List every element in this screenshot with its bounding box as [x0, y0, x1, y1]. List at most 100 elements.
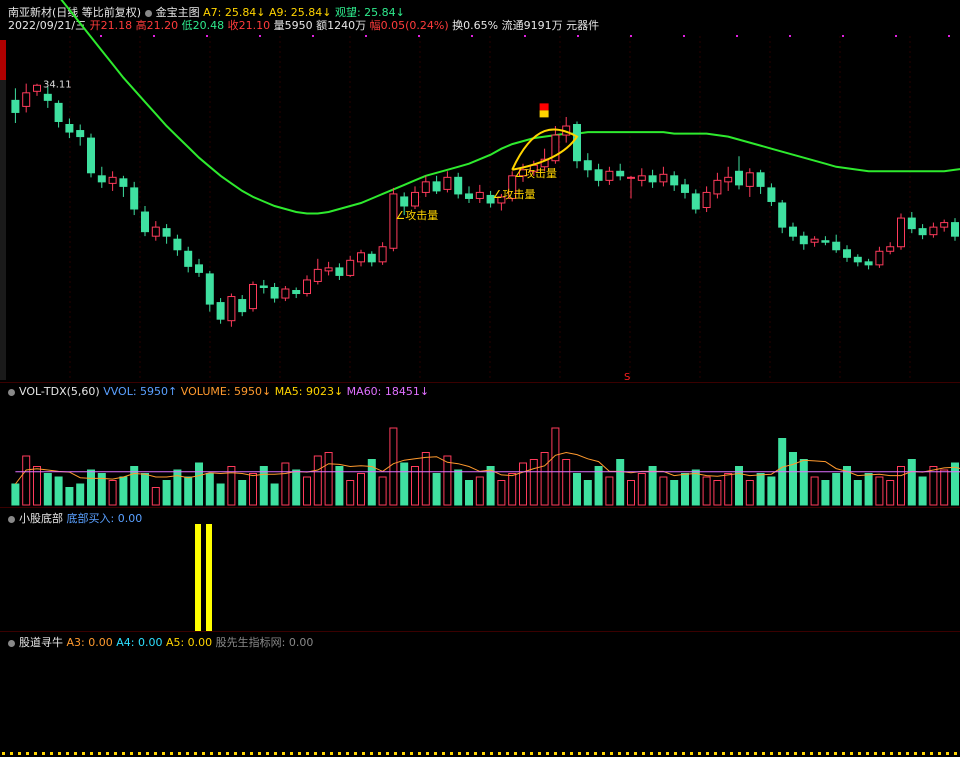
bottom-dotted-line [202, 752, 205, 755]
candle-body [216, 302, 225, 320]
top-marker [895, 35, 897, 37]
bottom-dotted-line [818, 752, 821, 755]
candle-body [454, 176, 463, 195]
volume-bar [756, 473, 765, 506]
candle-body [886, 246, 895, 252]
candle-body [940, 222, 949, 228]
bottom-dotted-line [186, 752, 189, 755]
vol-panel-header: VOL-TDX(5,60) VVOL: 5950↑ VOLUME: 5950↓ … [8, 385, 429, 398]
bottom-dotted-line [66, 752, 69, 755]
left-toolbar[interactable] [0, 40, 6, 380]
candle-body [270, 286, 279, 299]
bottom-dotted-line [506, 752, 509, 755]
volume-bar [529, 459, 538, 506]
bottom-dotted-line [2, 752, 5, 755]
bottom-dotted-line [218, 752, 221, 755]
left-toolbar-active[interactable] [0, 40, 6, 80]
seek-panel-name[interactable]: 股道寻牛 [19, 636, 63, 649]
volume-bar [281, 462, 290, 506]
bottom-dotted-line [178, 752, 181, 755]
bottom-dotted-line [914, 752, 917, 755]
a4-value: A4: 0.00 [116, 636, 163, 649]
candle-body [119, 178, 128, 187]
candle-body [33, 84, 41, 92]
candle-body [87, 137, 95, 174]
bottom-dotted-line [346, 752, 349, 755]
bottom-toggle-icon[interactable] [8, 516, 15, 523]
bottom-dotted-line [426, 752, 429, 755]
top-marker [153, 35, 155, 37]
bottom-dotted-line [90, 752, 93, 755]
volume-bar [951, 462, 959, 506]
candle-body [432, 181, 441, 192]
signal-marker-red [539, 103, 549, 111]
volume-bar [713, 480, 722, 506]
volume-bar [810, 476, 819, 506]
volume-bar [108, 480, 117, 506]
bottom-dotted-line [954, 752, 957, 755]
candle-body [648, 175, 657, 183]
candle-body [681, 184, 689, 193]
candle-body [238, 299, 247, 313]
extra-value: 股先生指标网: 0.00 [215, 636, 314, 649]
candle-body [54, 102, 63, 122]
bottom-dotted-line [594, 752, 597, 755]
bottom-dotted-line [242, 752, 245, 755]
seek-toggle-icon[interactable] [8, 640, 15, 647]
bottom-dotted-line [882, 752, 885, 755]
volume-bar [87, 469, 95, 506]
panel-divider[interactable] [0, 507, 960, 508]
bottom-dotted-line [234, 752, 237, 755]
bottom-dotted-line [138, 752, 141, 755]
candle-body [691, 193, 700, 210]
top-marker [312, 35, 314, 37]
candle-body [421, 181, 430, 193]
candle-body [313, 268, 322, 282]
candle-body [281, 288, 290, 299]
volume-bar [151, 487, 160, 506]
candle-body [659, 173, 668, 183]
high-price-label: 34.11 [43, 80, 72, 91]
candle-body [151, 226, 160, 237]
panel-divider[interactable] [0, 382, 960, 383]
volume-bar [745, 480, 754, 506]
candle-body [378, 246, 387, 263]
bottom-dotted-line [314, 752, 317, 755]
bottom-panel-name[interactable]: 小股底部 [19, 512, 63, 525]
candle-body [713, 179, 722, 195]
panel-divider[interactable] [0, 631, 960, 632]
bottom-dotted-line [442, 752, 445, 755]
volume-bar [918, 476, 927, 506]
volume-bar [497, 480, 506, 506]
bottom-dotted-line [330, 752, 333, 755]
attack-volume-annotation: ∠攻击量 [395, 208, 438, 222]
candle-body [346, 259, 355, 276]
candle-body [162, 228, 171, 237]
bottom-dotted-line [890, 752, 893, 755]
candle-body [745, 172, 754, 187]
volume-bar [205, 473, 214, 506]
bottom-dotted-line [898, 752, 901, 755]
bottom-dotted-line [498, 752, 501, 755]
bottom-dotted-line [938, 752, 941, 755]
candle-body [43, 93, 52, 101]
candle-body [130, 187, 139, 210]
bottom-dotted-line [626, 752, 629, 755]
bottom-dotted-line [482, 752, 485, 755]
bottom-dotted-line [906, 752, 909, 755]
vol-toggle-icon[interactable] [8, 389, 15, 396]
volume-bar [270, 483, 279, 506]
candle-body [357, 252, 365, 263]
volume-bar [551, 427, 560, 506]
top-marker [365, 35, 367, 37]
bottom-dotted-line [194, 752, 197, 755]
volume-bar [508, 473, 517, 506]
bottom-dotted-line [10, 752, 13, 755]
bottom-dotted-line [402, 752, 405, 755]
volume-bar [821, 480, 830, 506]
bottom-dotted-line [554, 752, 557, 755]
bottom-dotted-line [706, 752, 709, 755]
vol-panel-name[interactable]: VOL-TDX(5,60) [19, 385, 100, 398]
bottom-dotted-line [266, 752, 269, 755]
candle-body [108, 176, 117, 184]
